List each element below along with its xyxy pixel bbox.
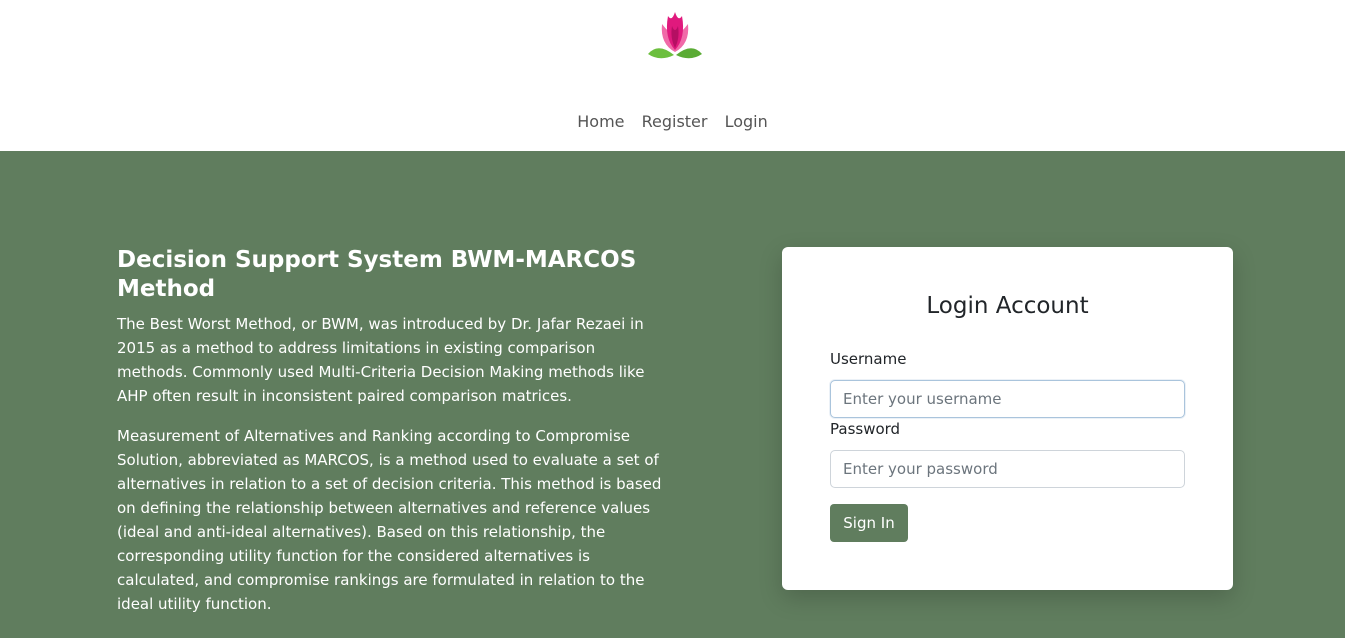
site-header: Home Register Login <box>0 0 1345 151</box>
sign-in-button[interactable]: Sign In <box>830 504 908 542</box>
main-nav: Home Register Login <box>0 112 1345 131</box>
password-label: Password <box>830 420 901 438</box>
login-title: Login Account <box>926 293 1089 319</box>
bwm-description: The Best Worst Method, or BWM, was intro… <box>117 315 645 405</box>
username-input[interactable] <box>830 380 1185 418</box>
intro-text: Decision Support System BWM-MARCOS Metho… <box>117 246 667 632</box>
hero-section: Decision Support System BWM-MARCOS Metho… <box>0 151 1345 638</box>
login-card: Login Account Username Password Sign In <box>782 247 1233 590</box>
nav-home-link[interactable]: Home <box>577 112 624 131</box>
username-label: Username <box>830 350 907 368</box>
marcos-description: Measurement of Alternatives and Ranking … <box>117 427 662 613</box>
lotus-logo-icon[interactable] <box>644 8 706 64</box>
password-input[interactable] <box>830 450 1185 488</box>
page-title: Decision Support System BWM-MARCOS Metho… <box>117 247 637 302</box>
nav-register-link[interactable]: Register <box>642 112 708 131</box>
nav-login-link[interactable]: Login <box>725 112 768 131</box>
